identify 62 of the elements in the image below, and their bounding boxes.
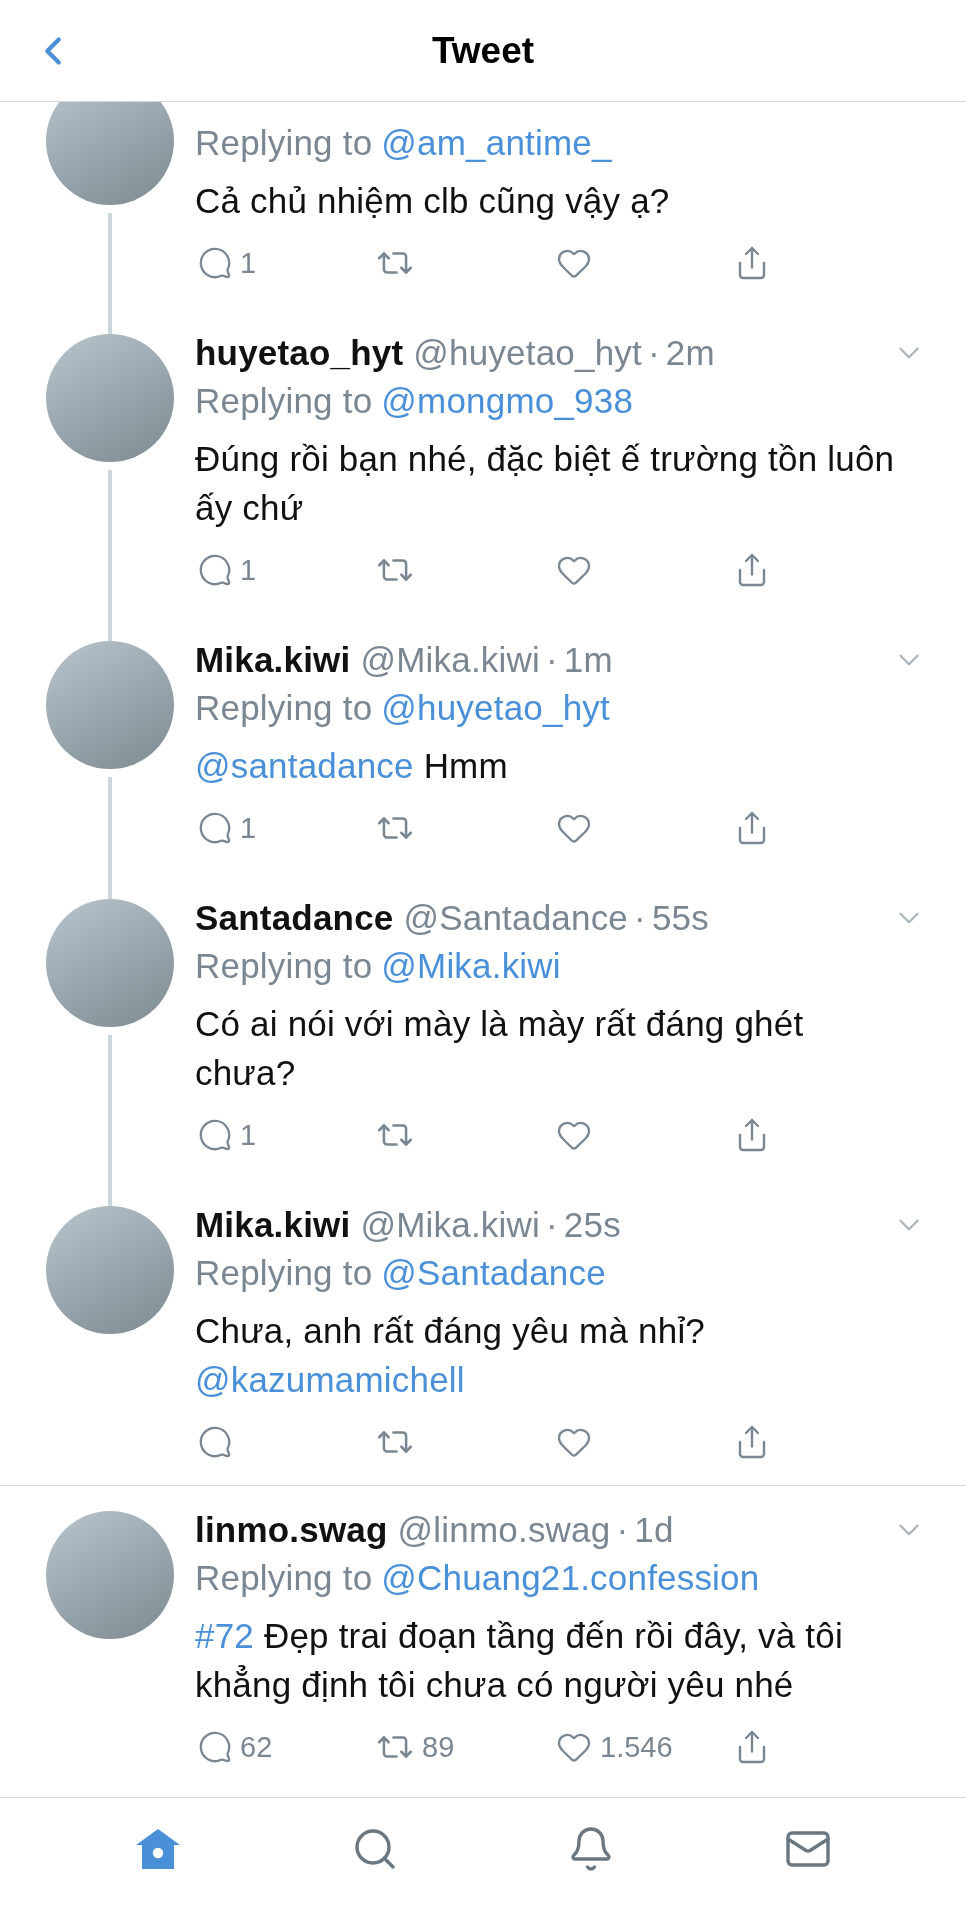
mention-link[interactable]: @kazumamichell — [195, 1360, 465, 1399]
tweet-text: Cả chủ nhiệm clb cũng vậy ạ? — [195, 180, 671, 222]
reply-count: 1 — [240, 553, 257, 587]
speech-bubble-icon — [198, 246, 232, 280]
mention-link[interactable]: #72 — [195, 1616, 254, 1655]
like-button[interactable]: 1.546 — [553, 1729, 673, 1765]
display-name: huyetao_hyt — [195, 333, 404, 373]
replying-label: Replying to — [195, 381, 373, 421]
mention-link[interactable]: @Mika.kiwi — [381, 946, 561, 986]
page-title: Tweet — [431, 29, 535, 72]
user-handle: @Mika.kiwi — [360, 640, 540, 680]
mention-link[interactable]: @santadance — [195, 746, 414, 785]
reply-button[interactable]: 1 — [195, 246, 257, 280]
replying-label: Replying to — [195, 123, 373, 163]
speech-bubble-icon — [198, 1730, 232, 1764]
speech-bubble-icon — [198, 553, 232, 587]
reply-count: 62 — [240, 1730, 273, 1764]
user-handle: @Mika.kiwi — [360, 1205, 540, 1245]
tweet-time: 25s — [563, 1205, 621, 1245]
display-name: linmo.swag — [195, 1510, 388, 1550]
replying-label: Replying to — [195, 1558, 373, 1598]
mention-link[interactable]: @Chuang21.confession — [381, 1558, 760, 1598]
tweet-text: #72 Đẹp trai đoạn tầng đến rồi đây, và tôi khẳng định tôi chưa có người yêu nhé — [195, 1615, 844, 1706]
separator-dot: · — [545, 640, 558, 680]
reply-count: 1 — [240, 1118, 257, 1152]
user-handle: @Santadance — [403, 898, 629, 938]
speech-bubble-icon — [198, 1118, 232, 1152]
mention-link[interactable]: @Santadance — [381, 1253, 606, 1293]
separator-dot: · — [634, 898, 646, 938]
user-handle: @linmo.swag — [397, 1510, 611, 1550]
replying-label: Replying to — [195, 1253, 373, 1293]
display-name: Mika.kiwi — [195, 1205, 351, 1245]
replying-label: Replying to — [195, 946, 373, 986]
replying-label: Replying to — [195, 688, 373, 728]
reply-button[interactable]: 1 — [195, 1118, 257, 1152]
speech-bubble-icon — [198, 811, 232, 845]
tweet-text: @santadance Hmm — [195, 745, 509, 787]
user-handle: @huyetao_hyt — [413, 333, 642, 373]
reply-button[interactable]: 1 — [195, 811, 257, 845]
separator-dot: · — [545, 1205, 558, 1245]
reply-count: 1 — [240, 811, 257, 845]
reply-button[interactable]: 1 — [195, 553, 257, 587]
separator-dot: · — [648, 333, 660, 373]
tweet-text: Có ai nói với mày là mày rất đáng ghét chưa? — [195, 1003, 805, 1094]
separator-dot: · — [616, 1510, 629, 1550]
retweet-count: 89 — [422, 1730, 455, 1764]
like-count: 1.546 — [600, 1730, 673, 1764]
tweet-text: Đúng rồi bạn nhé, đặc biệt ế trường tồn luôn ấy chứ — [195, 438, 896, 529]
tweet-time: 2m — [665, 333, 715, 373]
display-name: Santadance — [195, 898, 394, 938]
speech-bubble-icon — [198, 1425, 232, 1459]
display-name: Mika.kiwi — [195, 640, 351, 680]
mention-link[interactable]: @mongmo_938 — [381, 381, 634, 421]
tweet-time: 55s — [651, 898, 709, 938]
reply-button[interactable]: 62 — [195, 1730, 273, 1764]
tweet-time: 1d — [634, 1510, 674, 1550]
reply-count: 1 — [240, 246, 257, 280]
mention-link[interactable]: @am_antime_ — [381, 123, 612, 163]
mention-link[interactable]: @huyetao_hyt — [381, 688, 610, 728]
tweet-text: Chưa, anh rất đáng yêu mà nhỉ? @kazumamichell — [195, 1310, 707, 1401]
retweet-button[interactable]: 89 — [373, 1728, 455, 1766]
tweet-time: 1m — [563, 640, 613, 680]
